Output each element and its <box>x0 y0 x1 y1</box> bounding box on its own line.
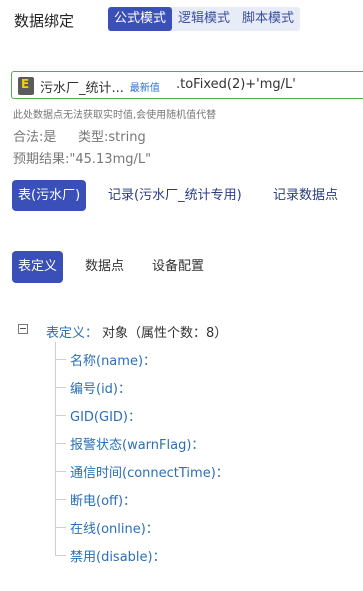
field-disable[interactable]: 禁用(disable)： <box>70 546 166 565</box>
formula-suffix: .toFixed(2)+'mg/L' <box>176 77 296 92</box>
tab-table-definition[interactable]: 表定义 <box>12 251 64 283</box>
tree-branch <box>56 499 66 500</box>
tree-root-key: 表定义： <box>46 326 99 341</box>
field-name[interactable]: 名称(name)： <box>70 350 156 369</box>
tree-branch <box>56 387 66 388</box>
tree-root[interactable]: 表定义： 对象（属性个数：8） <box>46 322 227 341</box>
mode-logic[interactable]: 逻辑模式 <box>172 7 236 31</box>
panel-title: 数据绑定 <box>14 12 75 30</box>
chip-badge: 最新值 <box>129 82 160 94</box>
tab-record-datapoints[interactable]: 记录数据点 <box>273 180 338 211</box>
field-warnflag[interactable]: 报警状态(warnFlag)： <box>70 434 204 453</box>
mode-switcher: 公式模式 逻辑模式 脚本模式 <box>108 7 301 31</box>
mode-formula[interactable]: 公式模式 <box>108 7 173 31</box>
random-value-warning: 此处数据点无法获取实时值,会使用随机值代替 <box>13 110 217 121</box>
tree-branch <box>56 415 66 416</box>
tree-branch <box>56 359 66 360</box>
tree-branch <box>56 555 66 556</box>
expected-result: 预期结果:"45.13mg/L" <box>13 152 152 167</box>
type-status: 类型:string <box>78 130 146 145</box>
field-id[interactable]: 编号(id)： <box>70 378 131 397</box>
validity-status: 合法:是 <box>13 130 57 145</box>
tab-device-config[interactable]: 设备配置 <box>152 251 204 283</box>
tab-record-statistics[interactable]: 记录(污水厂_统计专用) <box>108 180 242 211</box>
field-gid[interactable]: GID(GID)： <box>70 406 141 425</box>
tree-guide-line <box>55 342 56 556</box>
field-connecttime[interactable]: 通信时间(connectTime)： <box>70 462 229 481</box>
expression-icon <box>18 77 34 95</box>
formula-input[interactable]: 污水厂_统计... 最新值 .toFixed(2)+'mg/L' <box>11 71 363 99</box>
field-online[interactable]: 在线(online)： <box>70 518 159 537</box>
field-off[interactable]: 断电(off)： <box>70 490 136 509</box>
tab-datapoints[interactable]: 数据点 <box>85 251 124 283</box>
collapse-icon[interactable] <box>18 324 28 334</box>
tree-branch <box>56 443 66 444</box>
tree-root-value: 对象（属性个数：8） <box>102 326 228 341</box>
tree-branch <box>56 471 66 472</box>
tab-table-sewage[interactable]: 表(污水厂) <box>12 180 87 211</box>
chip-label: 污水厂_统计... <box>40 80 124 96</box>
datapoint-chip[interactable]: 污水厂_统计... 最新值 <box>18 75 178 97</box>
tree-branch <box>56 527 66 528</box>
mode-script[interactable]: 脚本模式 <box>236 7 300 31</box>
